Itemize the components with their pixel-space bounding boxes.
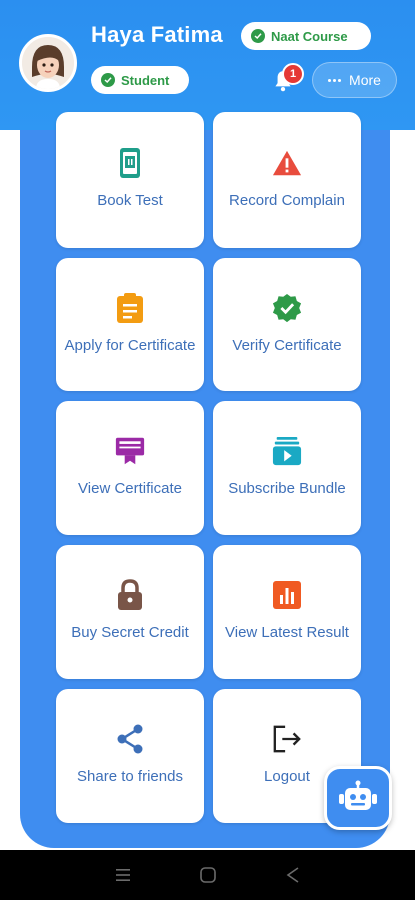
tile-label: Subscribe Bundle: [228, 480, 346, 497]
course-badge[interactable]: Naat Course: [241, 22, 371, 50]
clipboard-icon: [115, 292, 145, 323]
role-badge: Student: [91, 66, 189, 94]
certificate-icon: [115, 436, 145, 466]
share-icon: [115, 724, 145, 754]
tile-label: Share to friends: [77, 768, 183, 785]
more-dots-icon: [328, 78, 342, 82]
tile-label: View Certificate: [78, 480, 182, 497]
robot-icon: [339, 780, 377, 810]
logout-icon: [272, 724, 302, 754]
warning-icon: [272, 148, 302, 178]
subscribe-bundle-tile[interactable]: Subscribe Bundle: [213, 401, 361, 535]
apply-certificate-tile[interactable]: Apply for Certificate: [56, 258, 204, 391]
record-complain-tile[interactable]: Record Complain: [213, 112, 361, 248]
role-badge-label: Student: [121, 72, 170, 88]
back-icon[interactable]: [283, 865, 303, 885]
verified-check-icon: [101, 73, 115, 87]
more-button-label: More: [349, 72, 381, 88]
view-certificate-tile[interactable]: View Certificate: [56, 401, 204, 535]
share-to-friends-tile[interactable]: Share to friends: [56, 689, 204, 823]
more-button[interactable]: More: [312, 62, 397, 98]
lock-icon: [115, 579, 145, 610]
home-icon[interactable]: [198, 865, 218, 885]
buy-secret-credit-tile[interactable]: Buy Secret Credit: [56, 545, 204, 679]
tile-label: Logout: [264, 768, 310, 785]
chatbot-button[interactable]: [324, 766, 392, 830]
tile-label: Buy Secret Credit: [71, 624, 189, 641]
profile-header: Haya Fatima Naat Course Student 1 More: [0, 0, 415, 130]
avatar-illustration-icon: [22, 37, 74, 89]
test-card-icon: [115, 148, 145, 178]
verified-check-icon: [251, 29, 265, 43]
notification-count-badge: 1: [282, 63, 304, 85]
tile-label: Verify Certificate: [232, 336, 342, 354]
tile-label: Apply for Certificate: [64, 336, 196, 354]
tile-label: Record Complain: [229, 192, 345, 209]
view-latest-result-tile[interactable]: View Latest Result: [213, 545, 361, 679]
tile-label: View Latest Result: [225, 624, 349, 641]
avatar[interactable]: [19, 34, 77, 92]
verify-certificate-tile[interactable]: Verify Certificate: [213, 258, 361, 391]
verified-badge-icon: [272, 293, 302, 323]
bar-chart-icon: [272, 580, 302, 610]
course-badge-label: Naat Course: [271, 28, 348, 44]
tile-label: Book Test: [97, 192, 163, 209]
system-nav-bar: [0, 850, 415, 900]
video-bundle-icon: [272, 436, 302, 466]
book-test-tile[interactable]: Book Test: [56, 112, 204, 248]
recent-apps-icon[interactable]: [113, 865, 133, 885]
user-name: Haya Fatima: [91, 22, 223, 47]
